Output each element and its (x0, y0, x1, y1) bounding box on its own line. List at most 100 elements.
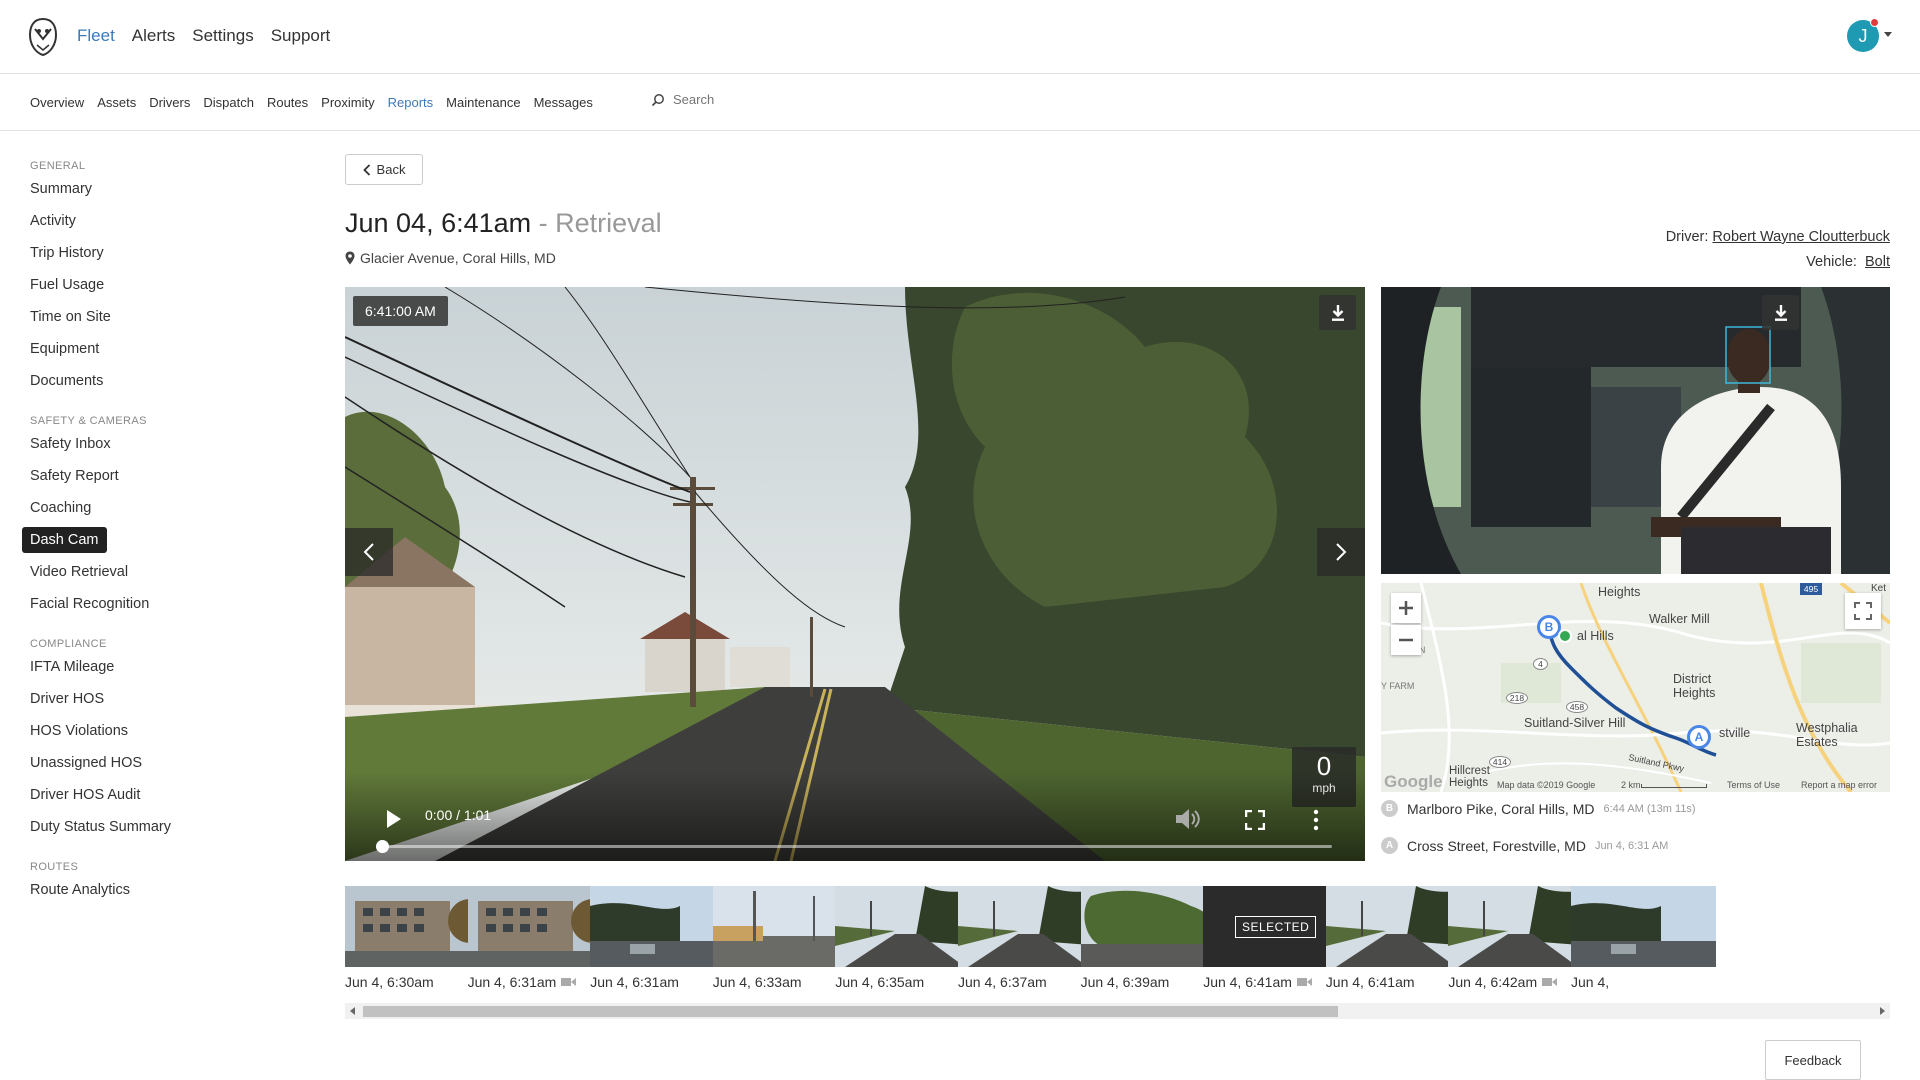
current-location-marker (1558, 629, 1572, 643)
nav-fleet[interactable]: Fleet (77, 26, 115, 46)
sidebar-item-equipment[interactable]: Equipment (22, 336, 107, 362)
sidebar-item-trip-history[interactable]: Trip History (22, 240, 112, 266)
sidebar-item-hos-violations[interactable]: HOS Violations (22, 718, 136, 744)
video-time: 0:00 / 1:01 (425, 807, 492, 823)
video-timestamp: 6:41:00 AM (353, 296, 448, 326)
map-report-link[interactable]: Report a map error (1801, 780, 1877, 790)
horizontal-scrollbar[interactable] (345, 1003, 1890, 1019)
route-map[interactable]: B A Heights Walker Mill al Hills Distric… (1381, 583, 1890, 792)
sidebar-item-dash-cam[interactable]: Dash Cam (22, 527, 107, 553)
location-text: Glacier Avenue, Coral Hills, MD (360, 250, 556, 266)
driver-link[interactable]: Robert Wayne Clout­terbuck (1712, 229, 1890, 245)
selected-badge: SELECTED (1235, 915, 1317, 938)
map-shield-218: 218 (1506, 692, 1528, 704)
sidebar-item-ifta-mileage[interactable]: IFTA Mileage (22, 654, 122, 680)
progress-handle[interactable] (376, 840, 389, 853)
zoom-in-button[interactable] (1391, 593, 1421, 623)
sidebar-item-unassigned-hos[interactable]: Unassigned HOS (22, 750, 150, 776)
sidebar-section-routes: ROUTES (30, 861, 79, 873)
subnav-dispatch[interactable]: Dispatch (203, 95, 254, 110)
subnav-reports[interactable]: Reports (388, 95, 434, 110)
video-progress-bar[interactable] (376, 840, 1332, 853)
sidebar-item-fuel-usage[interactable]: Fuel Usage (22, 272, 112, 298)
sidebar-item-activity[interactable]: Activity (22, 208, 84, 234)
download-icon (1331, 304, 1344, 321)
thumbnail-time: Jun 4, 6:35am (835, 974, 925, 990)
previous-frame-button[interactable] (345, 528, 393, 576)
search-icon (651, 93, 664, 106)
scroll-right-icon[interactable] (1879, 1007, 1885, 1015)
sidebar-item-route-analytics[interactable]: Route Analytics (22, 877, 138, 903)
sidebar-item-safety-report[interactable]: Safety Report (22, 463, 127, 489)
page-title: Jun 04, 6:41am - Retrieval (345, 208, 662, 239)
map-shield-458: 458 (1566, 701, 1588, 713)
sidebar-item-safety-inbox[interactable]: Safety Inbox (22, 431, 119, 457)
subnav-drivers[interactable]: Drivers (149, 95, 190, 110)
next-frame-button[interactable] (1317, 528, 1365, 576)
map-label-walker-mill: Walker Mill (1649, 612, 1710, 626)
download-video-button[interactable] (1319, 295, 1356, 330)
subnav-proximity[interactable]: Proximity (321, 95, 374, 110)
subnav-messages[interactable]: Messages (534, 95, 593, 110)
map-fullscreen-button[interactable] (1845, 593, 1881, 629)
driver-camera-video[interactable] (1381, 287, 1890, 574)
scrollbar-thumb[interactable] (363, 1006, 1338, 1017)
subnav-overview[interactable]: Overview (30, 95, 84, 110)
primary-nav: Fleet Alerts Settings Support (77, 26, 330, 46)
map-label-farm: Y FARM (1381, 681, 1415, 691)
route-start-time: Jun 4, 6:31 AM (1594, 839, 1669, 852)
nav-settings[interactable]: Settings (192, 26, 253, 46)
plus-icon (1399, 601, 1413, 615)
thumbnail-caption: Jun 4, (1571, 974, 1716, 990)
video-camera-icon (1542, 978, 1558, 986)
subnav-assets[interactable]: Assets (97, 95, 136, 110)
download-icon (1774, 304, 1787, 321)
map-terms-link[interactable]: Terms of Use (1727, 780, 1780, 790)
video-thumbnail[interactable]: Jun 4, (1571, 886, 1716, 990)
vehicle-link[interactable]: Bolt (1865, 254, 1890, 270)
map-label-coral-hills: al Hills (1577, 629, 1614, 643)
play-icon[interactable] (386, 809, 402, 829)
chevron-right-icon (1336, 543, 1347, 561)
sidebar-item-time-on-site[interactable]: Time on Site (22, 304, 119, 330)
thumbnail-time: Jun 4, 6:39am (1080, 974, 1170, 990)
sidebar-item-facial-recognition[interactable]: Facial Recognition (22, 591, 157, 617)
zoom-out-button[interactable] (1391, 625, 1421, 655)
sidebar-item-coaching[interactable]: Coaching (22, 495, 99, 521)
scroll-left-icon[interactable] (350, 1007, 356, 1015)
download-cab-video-button[interactable] (1762, 295, 1799, 330)
sidebar-item-documents[interactable]: Documents (22, 368, 111, 394)
fullscreen-icon[interactable] (1245, 810, 1265, 830)
subnav-routes[interactable]: Routes (267, 95, 308, 110)
event-location: Glacier Avenue, Coral Hills, MD (345, 250, 556, 266)
map-shield-4: 4 (1533, 658, 1548, 670)
google-logo: Google (1384, 772, 1443, 791)
forward-camera-video[interactable]: 6:41:00 AM 0 mph 0:00 / 1:01 (345, 287, 1365, 861)
sidebar-item-driver-hos[interactable]: Driver HOS (22, 686, 112, 712)
volume-icon[interactable] (1175, 808, 1201, 830)
map-scale: 2 km (1621, 780, 1641, 790)
owl-logo-icon[interactable] (28, 17, 58, 57)
video-camera-icon (1296, 978, 1312, 986)
map-label-district-heights: District Heights (1673, 672, 1716, 700)
subnav-maintenance[interactable]: Maintenance (446, 95, 520, 110)
video-camera-icon (561, 978, 577, 986)
feedback-button[interactable]: Feedback (1765, 1040, 1861, 1080)
driver-label: Driver: (1665, 229, 1709, 245)
nav-alerts[interactable]: Alerts (132, 26, 175, 46)
secondary-nav: Overview Assets Drivers Dispatch Routes … (30, 95, 593, 110)
back-button[interactable]: Back (345, 154, 423, 185)
chevron-left-icon (363, 543, 374, 561)
sidebar-item-duty-status-summary[interactable]: Duty Status Summary (22, 814, 179, 840)
more-options-icon[interactable] (1313, 809, 1319, 831)
chevron-down-icon[interactable] (1884, 32, 1892, 37)
nav-support[interactable]: Support (271, 26, 331, 46)
sidebar-item-video-retrieval[interactable]: Video Retrieval (22, 559, 136, 585)
sidebar-item-driver-hos-audit[interactable]: Driver HOS Audit (22, 782, 148, 808)
sidebar-item-summary[interactable]: Summary (22, 176, 100, 202)
search-input[interactable] (673, 92, 813, 107)
map-label-suitland: Suitland-Silver Hill (1524, 716, 1626, 730)
thumbnail-strip: Jun 4, 6:30am Jun 4, 6:31am Jun 4, 6:31am J… (345, 886, 1890, 991)
thumbnail-image (1571, 886, 1716, 967)
route-start-marker[interactable]: A (1687, 725, 1711, 749)
